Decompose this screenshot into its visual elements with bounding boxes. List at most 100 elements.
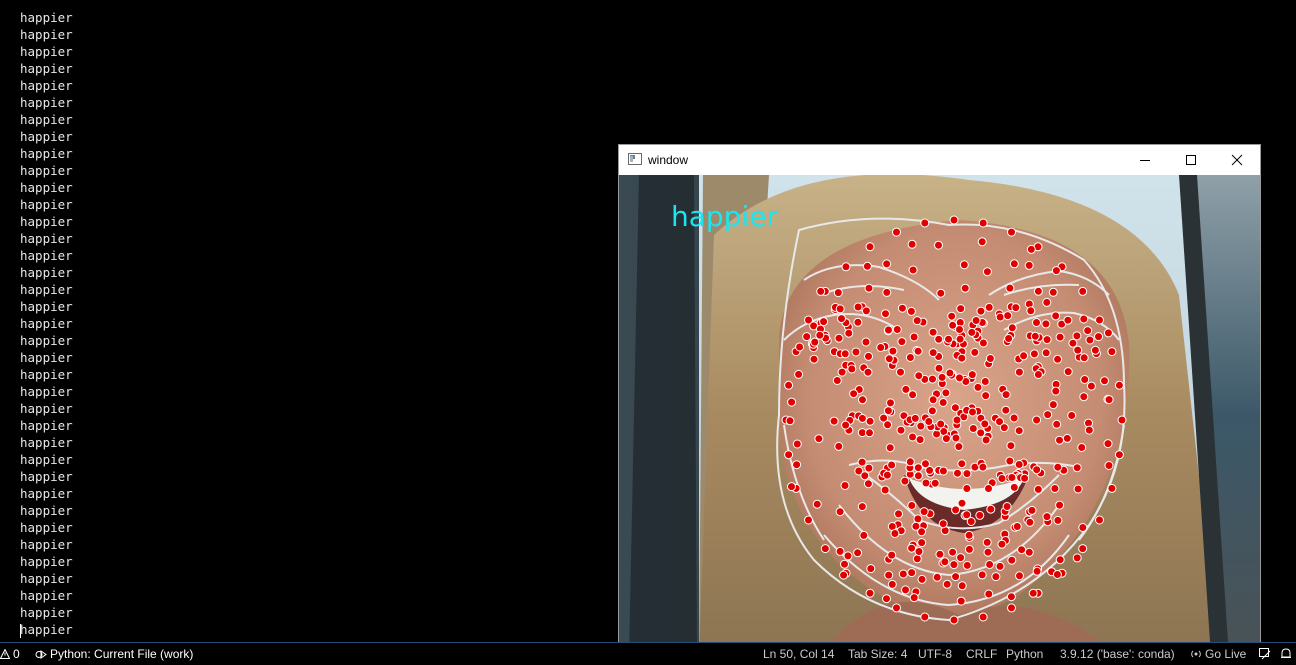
landmark-point — [1002, 502, 1012, 511]
landmark-point — [956, 553, 966, 563]
landmark-point — [876, 343, 886, 352]
landmark-point — [865, 588, 875, 598]
landmark-point — [1063, 315, 1073, 325]
landmark-point — [862, 261, 872, 271]
go-live-button[interactable]: Go Live — [1190, 646, 1246, 662]
terminal-line: happier — [20, 163, 73, 178]
landmark-point — [820, 544, 830, 554]
webcam-frame: happier — [619, 175, 1260, 657]
terminal-line: happier — [20, 622, 73, 638]
landmark-point — [1079, 314, 1089, 324]
landmark-point — [951, 572, 961, 582]
landmark-point — [913, 463, 923, 473]
python-interpreter[interactable]: 3.9.12 ('base': conda) — [1060, 646, 1175, 662]
landmark-point — [887, 579, 897, 589]
terminal-line: happier — [20, 452, 73, 467]
landmark-point — [915, 435, 925, 445]
landmark-point — [1050, 484, 1060, 493]
landmark-point — [962, 484, 972, 493]
landmark-point — [841, 262, 851, 272]
terminal-cursor — [20, 623, 21, 638]
landmark-point — [802, 332, 812, 342]
landmark-point — [1055, 555, 1065, 565]
landmark-point — [884, 325, 893, 335]
maximize-button[interactable] — [1168, 145, 1214, 175]
landmark-point — [1030, 331, 1040, 341]
landmark-point — [980, 419, 990, 429]
landmark-point — [1033, 286, 1043, 296]
terminal-line: happier — [20, 44, 73, 59]
terminal-line: happier — [20, 197, 73, 212]
landmark-point — [864, 283, 874, 293]
landmark-point — [908, 432, 917, 442]
landmark-point — [928, 348, 938, 358]
landmark-point — [920, 612, 930, 622]
landmark-point — [1094, 332, 1103, 342]
landmark-point — [859, 530, 869, 540]
landmark-point — [897, 303, 907, 313]
landmark-point — [884, 354, 894, 364]
landmark-point — [795, 342, 805, 352]
landmark-point — [866, 564, 876, 574]
language-mode[interactable]: Python — [1006, 646, 1043, 662]
landmark-point — [913, 514, 923, 524]
landmark-point — [898, 569, 908, 579]
landmark-point — [1007, 603, 1016, 613]
minimize-icon — [1140, 160, 1150, 161]
landmark-point — [864, 463, 874, 473]
line-ending[interactable]: CRLF — [966, 646, 997, 662]
terminal-line: happier — [20, 367, 73, 382]
landmark-point — [971, 316, 981, 325]
landmark-point — [1042, 512, 1052, 522]
landmark-point — [833, 288, 843, 298]
landmark-point — [887, 460, 897, 470]
landmark-point — [975, 510, 985, 520]
landmark-point — [784, 380, 794, 390]
indentation[interactable]: Tab Size: 4 — [848, 646, 907, 662]
terminal-line: happier — [20, 333, 73, 348]
close-button[interactable] — [1214, 145, 1260, 175]
terminal-line: happier — [20, 146, 73, 161]
landmark-point — [840, 481, 850, 490]
landmark-point — [1024, 260, 1034, 270]
encoding[interactable]: UTF-8 — [918, 646, 952, 662]
terminal-line: happier — [20, 605, 73, 620]
landmark-point — [880, 485, 890, 495]
landmark-point — [1014, 460, 1024, 469]
landmark-point — [896, 367, 905, 377]
problems-indicator[interactable]: 0 — [0, 646, 20, 662]
landmark-point — [1078, 544, 1088, 554]
notifications-button[interactable] — [1280, 646, 1292, 662]
landmark-point — [861, 306, 871, 316]
landmark-point — [935, 549, 945, 559]
landmark-point — [981, 435, 991, 445]
landmark-point — [941, 388, 951, 398]
landmark-point — [934, 363, 944, 373]
landmark-point — [853, 302, 863, 312]
run-configuration[interactable]: Python: Current File (work) — [34, 646, 193, 662]
terminal-line: happier — [20, 418, 73, 433]
landmark-point — [997, 474, 1007, 483]
minimize-button[interactable] — [1122, 145, 1168, 175]
landmark-point — [882, 287, 892, 297]
landmark-point — [1011, 303, 1021, 313]
landmark-point — [785, 416, 795, 426]
landmark-point — [978, 462, 988, 472]
cursor-position[interactable]: Ln 50, Col 14 — [763, 646, 834, 662]
landmark-point — [816, 286, 826, 296]
landmark-point — [978, 338, 988, 348]
landmark-point — [888, 346, 898, 356]
landmark-point — [1114, 380, 1124, 390]
preview-window[interactable]: window happier — [618, 144, 1261, 658]
landmark-point — [1009, 259, 1019, 269]
terminal-line: happier — [20, 299, 73, 314]
landmark-point — [951, 505, 961, 515]
landmark-point — [1083, 326, 1093, 336]
terminal-output[interactable]: happier happier happier happier happier happi… — [20, 9, 600, 639]
landmark-point — [1041, 348, 1051, 358]
landmark-point — [1072, 331, 1082, 341]
terminal-line: happier — [20, 180, 73, 195]
feedback-button[interactable] — [1258, 646, 1272, 662]
window-titlebar[interactable]: window — [619, 145, 1260, 175]
landmark-point — [959, 260, 969, 270]
